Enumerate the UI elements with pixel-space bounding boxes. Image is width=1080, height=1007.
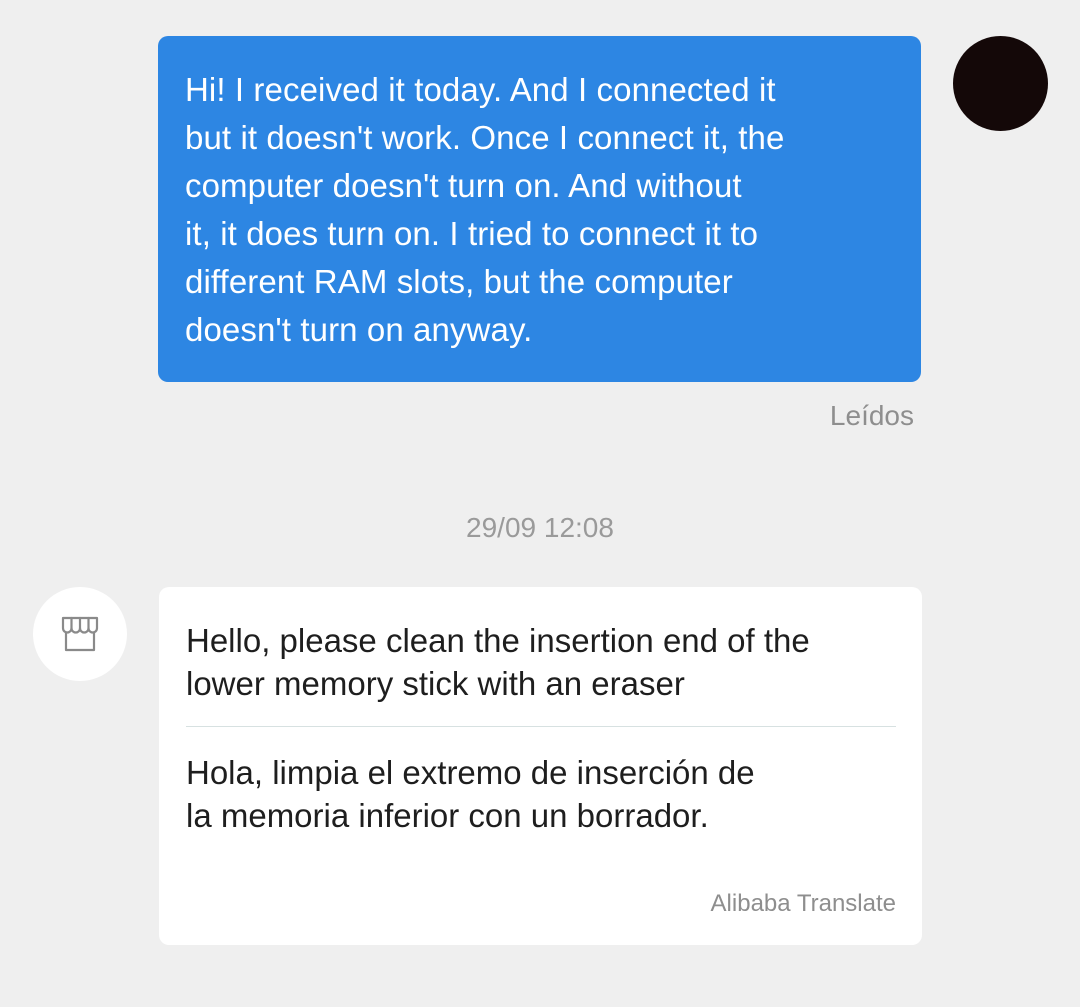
- message-text-line: but it doesn't work. Once I connect it, …: [185, 119, 785, 156]
- translation-divider: [186, 726, 896, 727]
- incoming-message-bubble[interactable]: Hello, please clean the insertion end of…: [159, 587, 922, 945]
- storefront-icon: [60, 615, 100, 653]
- message-text-line: computer doesn't turn on. And without: [185, 167, 742, 204]
- translation-credit: Alibaba Translate: [710, 890, 896, 917]
- message-text-line: it, it does turn on. I tried to connect …: [185, 215, 759, 252]
- translated-message: Hola, limpia el extremo de inserción de …: [186, 751, 896, 837]
- message-text-line: different RAM slots, but the computer: [185, 263, 733, 300]
- message-text-line: doesn't turn on anyway.: [185, 311, 533, 348]
- seller-avatar[interactable]: [33, 587, 127, 681]
- outgoing-message-bubble[interactable]: Hi! I received it today. And I connected…: [158, 36, 921, 382]
- message-text-line: lower memory stick with an eraser: [186, 665, 685, 702]
- message-text-line: Hola, limpia el extremo de inserción de: [186, 754, 755, 791]
- message-timestamp: 29/09 12:08: [466, 512, 614, 543]
- read-status: Leídos: [829, 400, 914, 431]
- message-text-line: la memoria inferior con un borrador.: [186, 797, 709, 834]
- message-text-line: Hello, please clean the insertion end of…: [186, 622, 810, 659]
- original-message: Hello, please clean the insertion end of…: [186, 619, 896, 705]
- message-text-line: Hi! I received it today. And I connected…: [185, 71, 776, 108]
- chat-thread: Hi! I received it today. And I connected…: [0, 0, 1080, 1007]
- user-avatar[interactable]: [953, 36, 1048, 131]
